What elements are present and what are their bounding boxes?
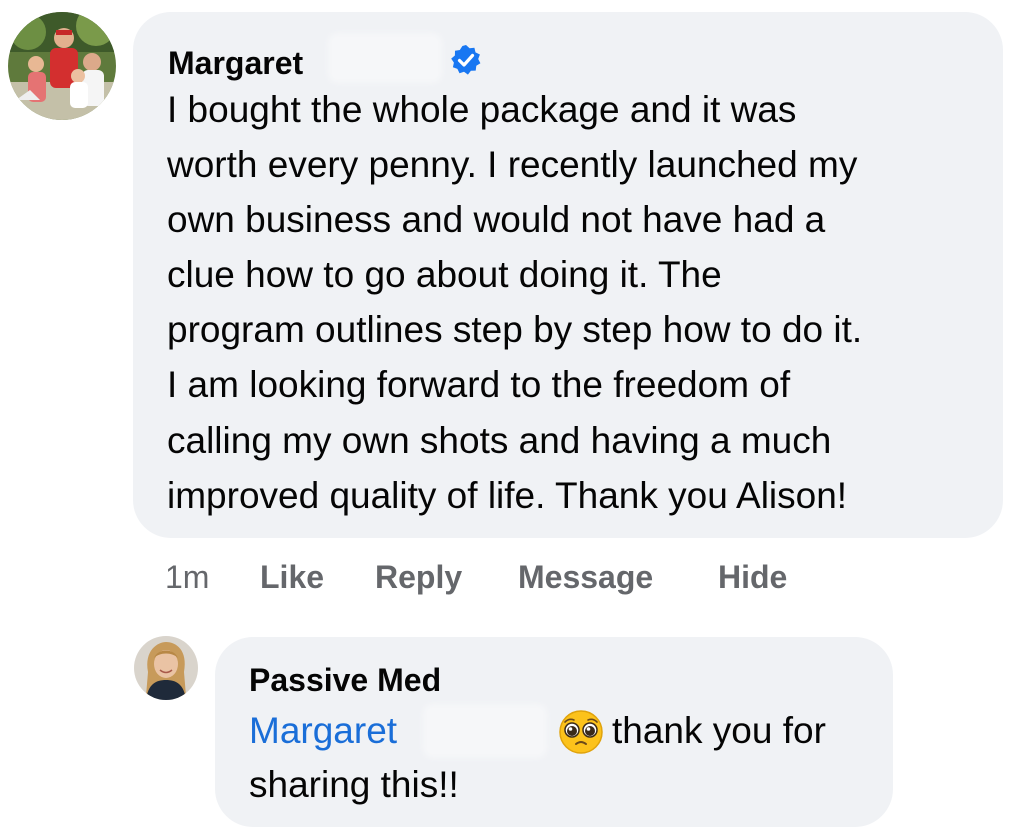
verified-badge-icon [450,44,482,76]
replier-avatar[interactable] [134,636,198,700]
redacted-mention-surname [427,708,543,754]
like-button[interactable]: Like [260,557,324,597]
comment-timestamp[interactable]: 1m [165,557,209,597]
commenter-name[interactable]: Margaret [168,45,303,81]
reply-text-line-1: thank you for [612,710,826,751]
pleading-face-emoji-icon [557,708,605,756]
redacted-surname [332,37,438,79]
mention-link[interactable]: Margaret [249,706,397,756]
replier-photo [134,636,198,700]
message-button[interactable]: Message [518,557,653,597]
reply-text-line-2: sharing this!! [249,764,459,805]
replier-name[interactable]: Passive Med [249,662,441,698]
hide-button[interactable]: Hide [718,557,787,597]
commenter-avatar[interactable] [8,12,116,120]
comment-text: I bought the whole package and it was wo… [167,89,863,516]
commenter-photo [8,12,116,120]
reply-button[interactable]: Reply [375,557,462,597]
